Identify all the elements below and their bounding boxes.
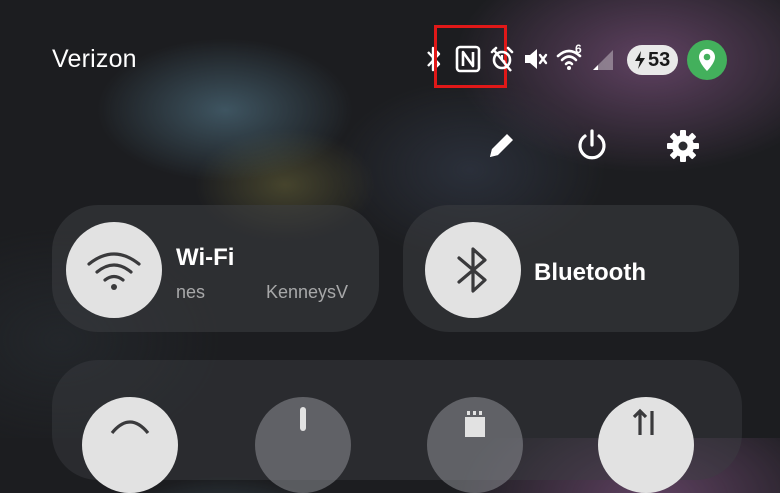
edit-icon[interactable]: [479, 124, 523, 168]
flashlight-toggle[interactable]: [255, 397, 351, 493]
wifi-6-icon: 6: [556, 41, 586, 77]
wifi-network-left: nes: [176, 282, 206, 302]
wifi-network-name: KenneysV: [266, 282, 349, 302]
bluetooth-toggle[interactable]: [425, 222, 521, 318]
hotspot-icon: [110, 420, 150, 435]
cell-signal-icon: [591, 41, 615, 77]
battery-level: 53: [648, 48, 671, 71]
screen-toggle[interactable]: [427, 397, 523, 493]
wifi-toggle[interactable]: [66, 222, 162, 318]
hotspot-toggle[interactable]: [82, 397, 178, 493]
wifi-6-badge: 6: [575, 42, 582, 56]
charging-bolt-icon: [635, 51, 645, 69]
battery-indicator: 53: [627, 45, 678, 75]
mute-icon: [522, 41, 548, 77]
bluetooth-tile-icon: [457, 247, 487, 293]
alarm-icon: [489, 41, 515, 77]
wifi-label: Wi-Fi: [176, 244, 235, 271]
bluetooth-label: Bluetooth: [534, 259, 646, 286]
data-toggle[interactable]: [598, 397, 694, 493]
wifi-icon: [87, 252, 141, 290]
location-icon[interactable]: [687, 40, 727, 80]
carrier-name: Verizon: [52, 45, 137, 73]
settings-icon[interactable]: [661, 124, 705, 168]
mobile-data-icon: [632, 408, 654, 435]
power-icon[interactable]: [570, 124, 614, 168]
screen-icon: [465, 411, 485, 437]
flashlight-icon: [300, 407, 306, 431]
